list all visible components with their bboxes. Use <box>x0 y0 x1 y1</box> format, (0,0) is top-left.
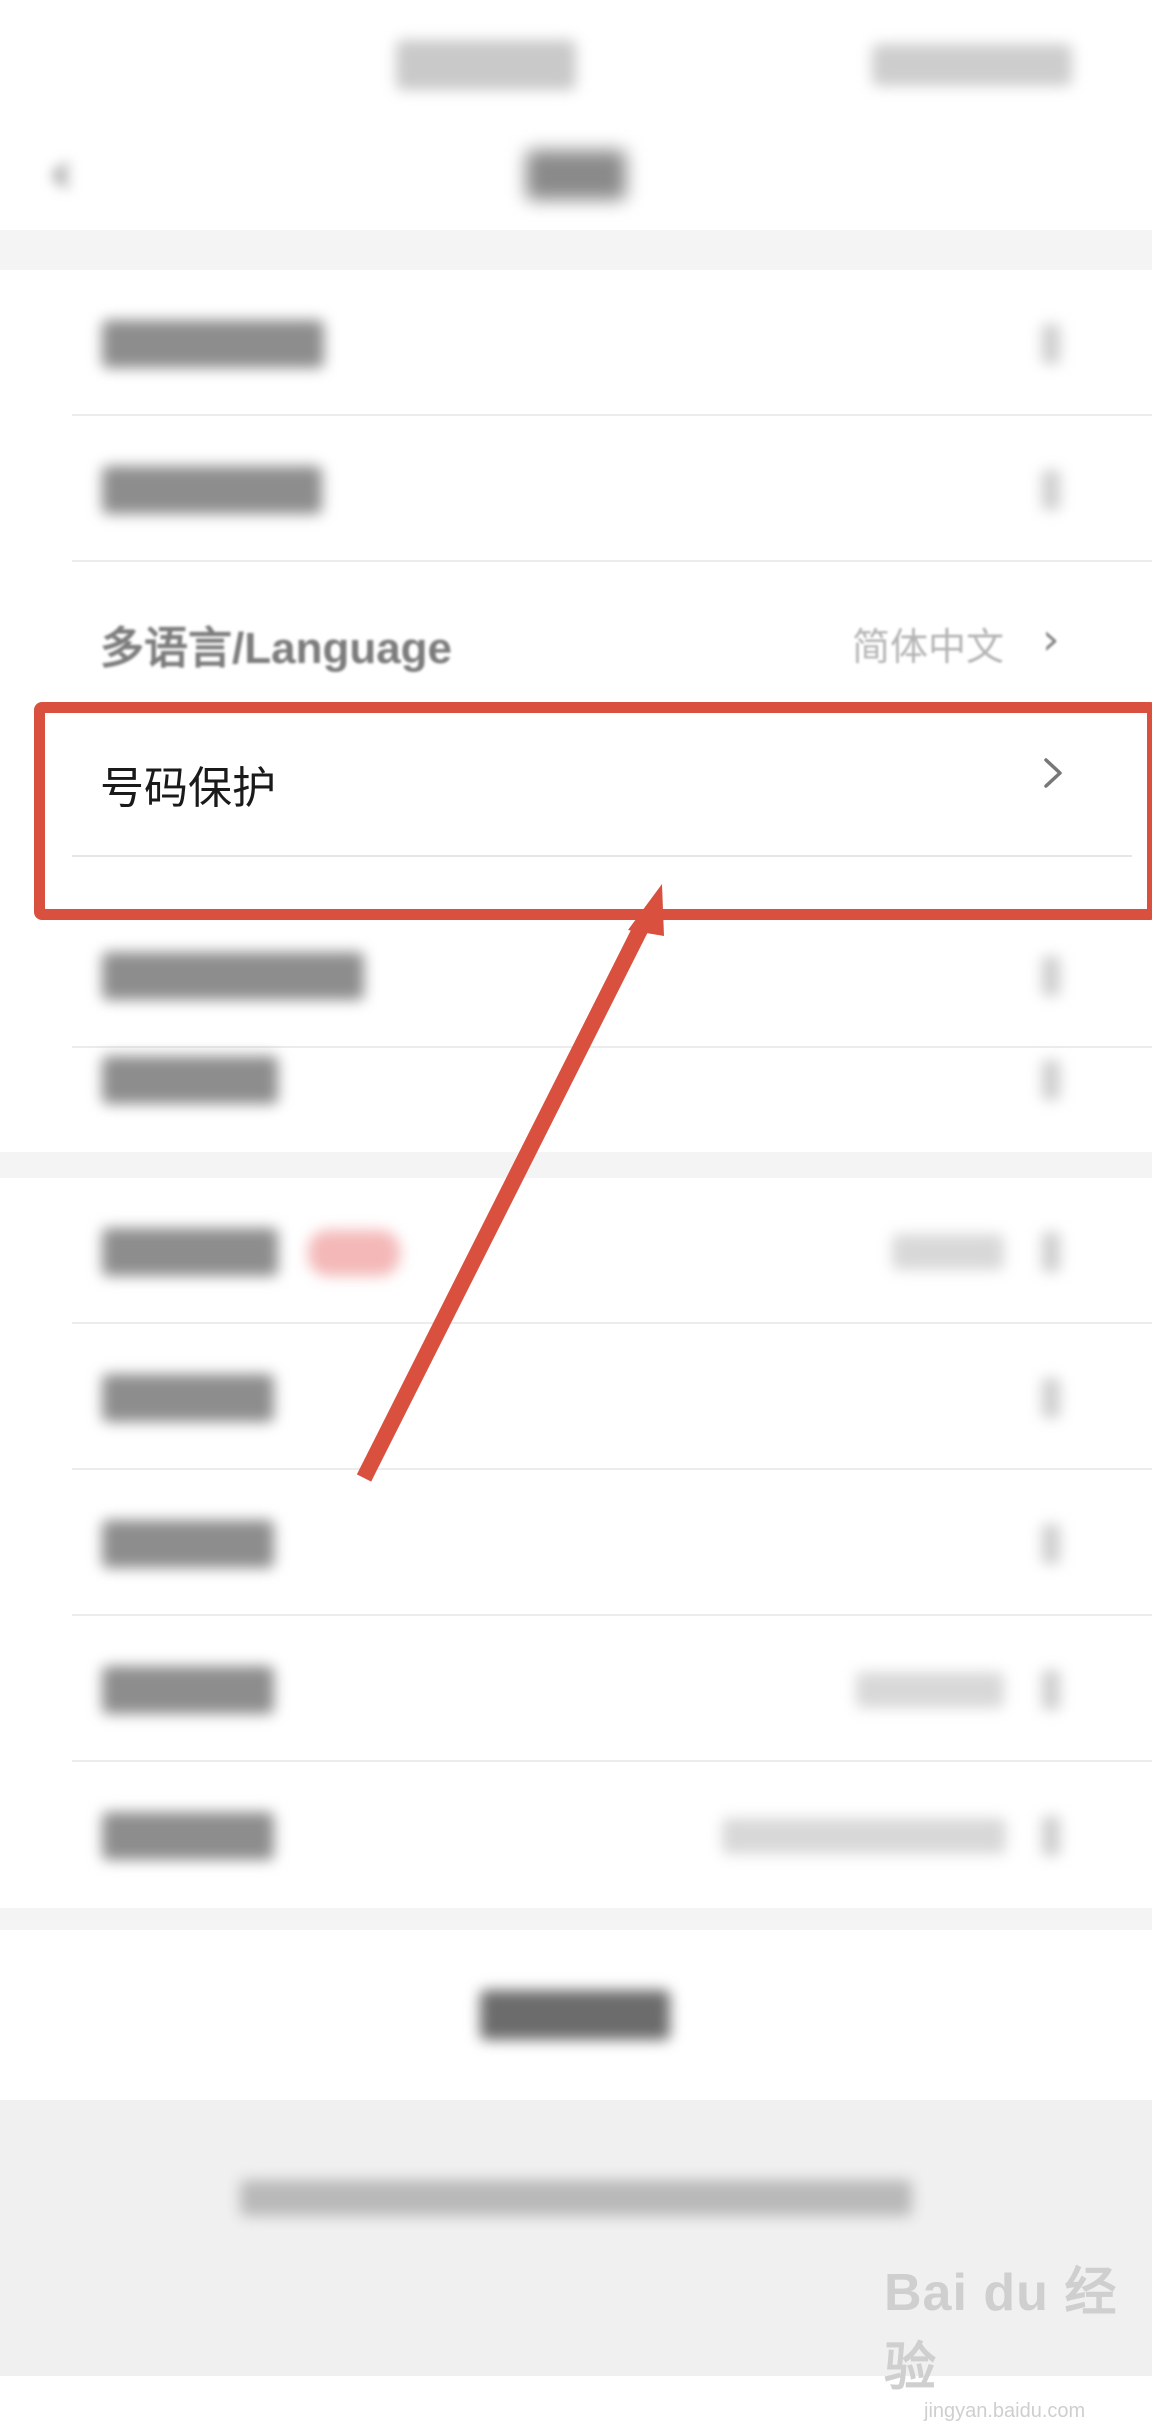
watermark-url: jingyan.baidu.com <box>924 2400 1086 2422</box>
annotation-arrow <box>356 884 664 1482</box>
watermark-brand: Bai du 经验 <box>884 2264 1118 2397</box>
baidu-watermark: Bai du 经验 jingyan.baidu.com <box>884 2250 1152 2423</box>
